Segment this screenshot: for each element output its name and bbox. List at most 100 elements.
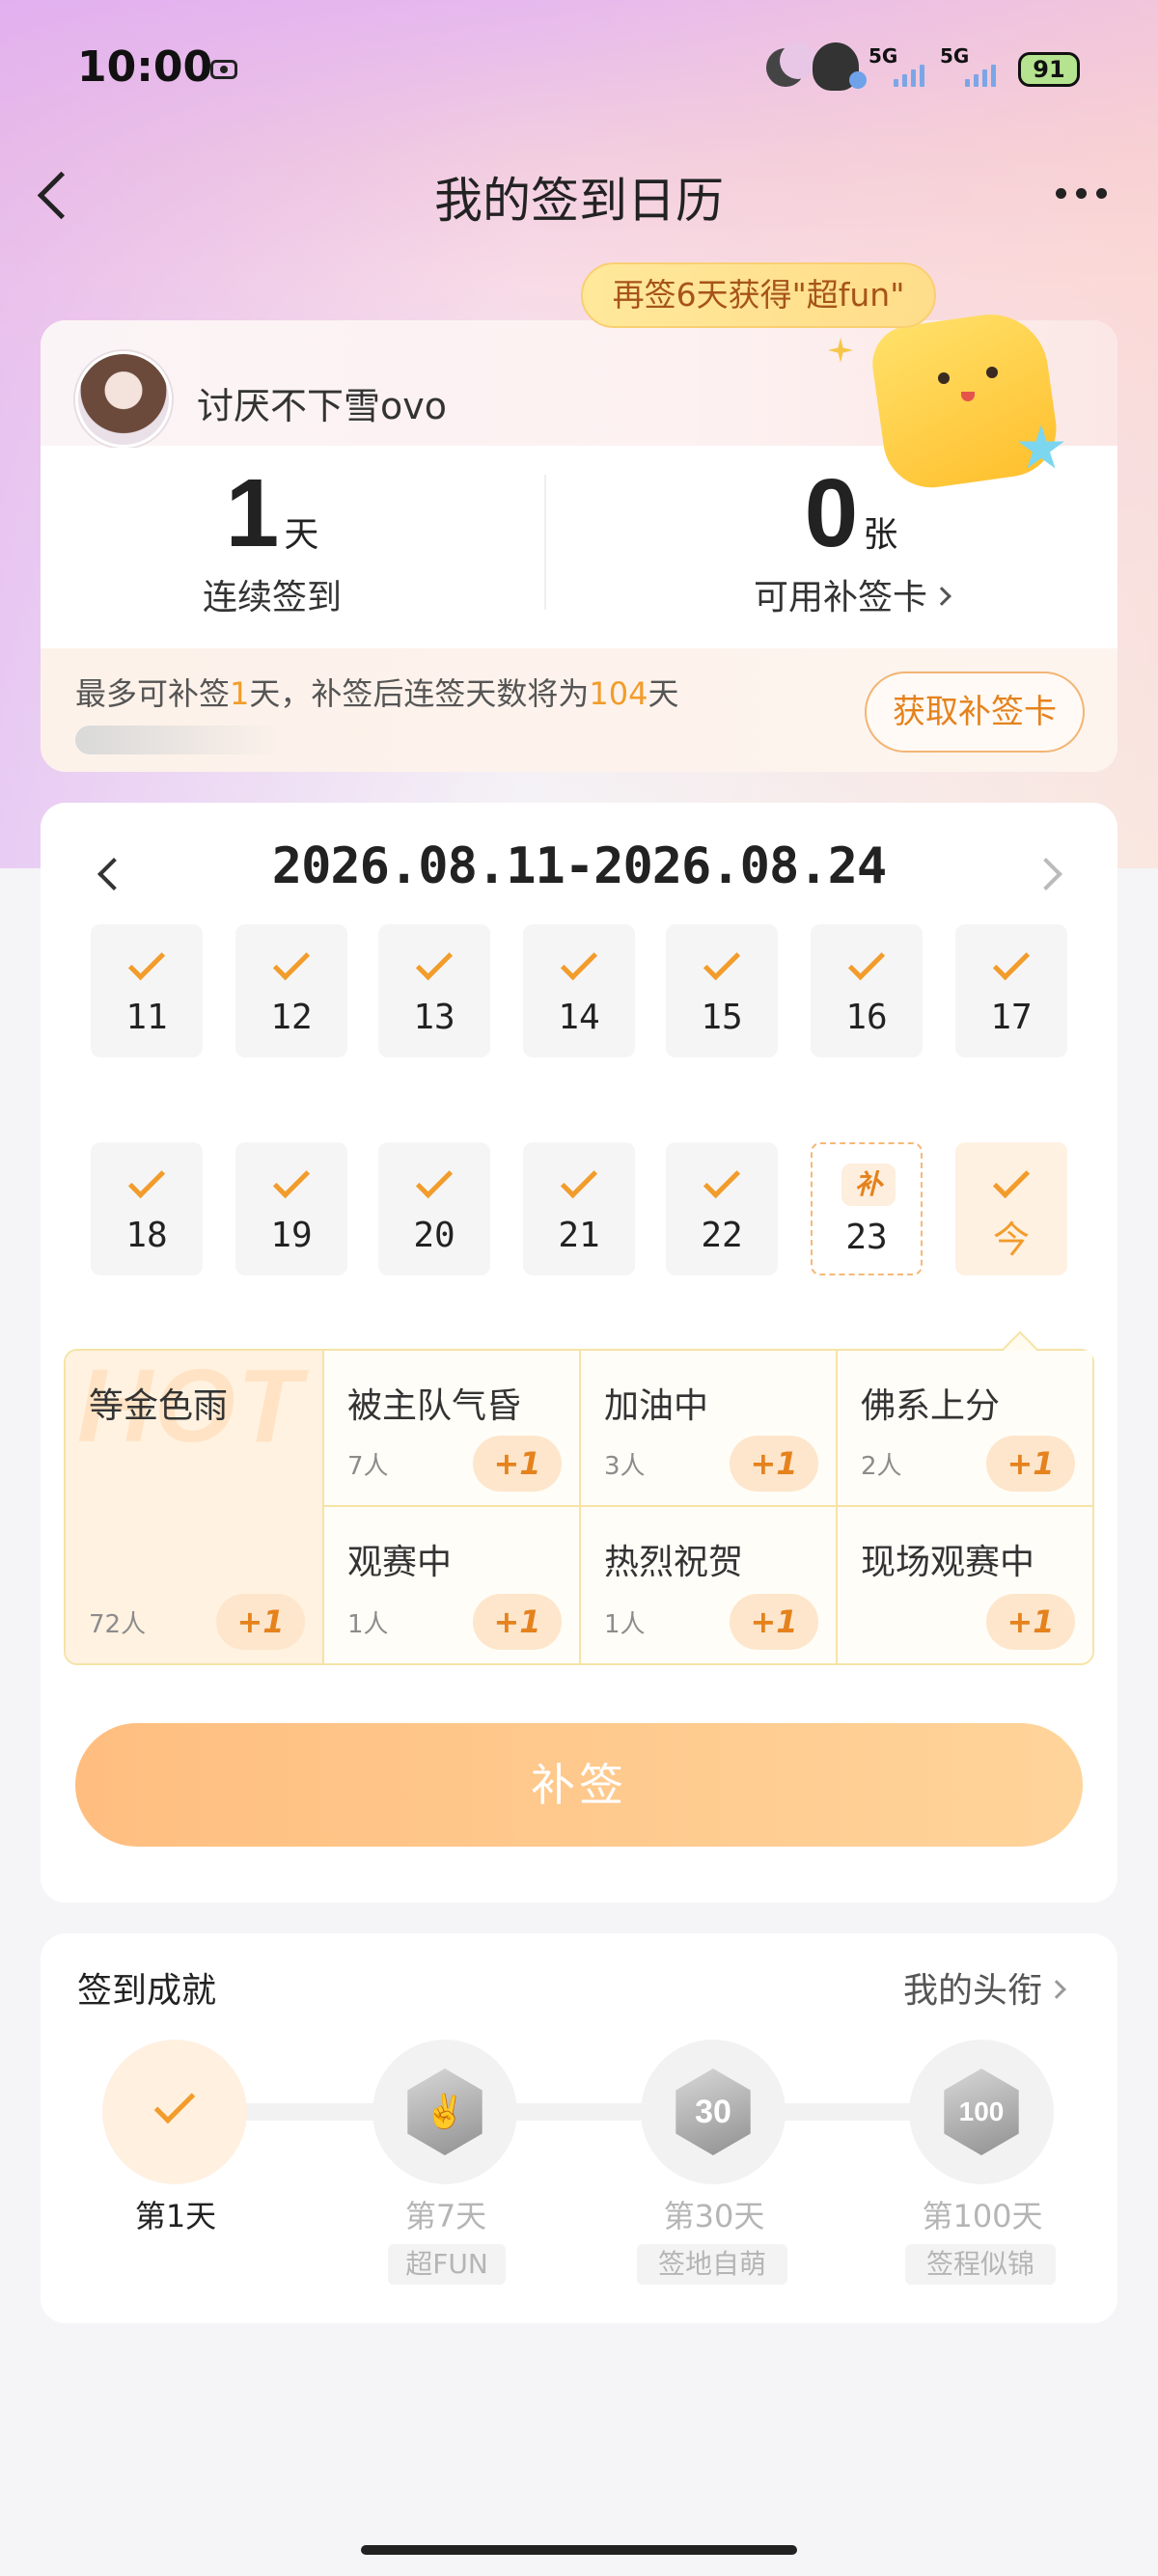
mood-label: 观赛中 (347, 1543, 453, 1582)
milestone-medal-day100[interactable]: 100 (909, 2040, 1054, 2184)
calendar-day[interactable]: 19 (235, 1142, 347, 1275)
chevron-right-icon (932, 587, 951, 606)
mood-label: 被主队气昏 (347, 1386, 522, 1426)
makeup-info-text: 最多可补签1天，补签后连签天数将为104天 (75, 675, 679, 712)
plus-one-button[interactable]: +1 (730, 1594, 818, 1650)
reward-banner: 再签6天获得"超fun" (581, 262, 936, 328)
mood-label: 加油中 (604, 1386, 709, 1426)
streak-value: 1 (225, 459, 280, 567)
mood-label: 佛系上分 (861, 1386, 1001, 1426)
medal-30-icon: 30 (676, 2069, 751, 2155)
milestone-label: 第1天 (134, 2198, 217, 2234)
cards-value: 0 (804, 459, 859, 567)
streak-label: 连续签到 (202, 578, 342, 617)
check-icon (560, 943, 598, 981)
calendar-next-button[interactable] (1034, 853, 1063, 895)
mood-count: 2人 (861, 1452, 902, 1481)
check-icon (703, 1161, 741, 1199)
medal-100-icon: 100 (944, 2069, 1019, 2155)
calendar-day[interactable]: 18 (91, 1142, 203, 1275)
calendar-day[interactable]: 12 (235, 924, 347, 1057)
check-icon (127, 943, 166, 981)
mood-count: 7人 (347, 1452, 389, 1481)
milestone-title-tag: 超FUN (388, 2244, 506, 2285)
mood-option[interactable]: 佛系上分 2人 +1 (838, 1351, 1092, 1507)
calendar-day[interactable]: 21 (523, 1142, 635, 1275)
mood-count: 1人 (347, 1610, 389, 1639)
mood-label: 热烈祝贺 (604, 1543, 744, 1582)
username: 讨厌不下雪ovo (197, 385, 447, 427)
mood-option[interactable]: 现场观赛中 +1 (838, 1507, 1092, 1663)
mood-count: 1人 (604, 1610, 646, 1639)
cards-label: 可用补签卡 (753, 578, 927, 617)
mood-count: 3人 (604, 1452, 646, 1481)
resign-button[interactable]: 补签 (75, 1723, 1083, 1847)
plus-one-button[interactable]: +1 (986, 1594, 1075, 1650)
check-icon (272, 943, 311, 981)
check-icon (415, 943, 454, 981)
avatar[interactable] (75, 351, 172, 448)
mood-option[interactable]: 被主队气昏 7人 +1 (324, 1351, 581, 1507)
check-icon (992, 943, 1031, 981)
plus-one-button[interactable]: +1 (730, 1436, 818, 1492)
check-icon (560, 1161, 598, 1199)
calendar-day-makeup[interactable]: 补 23 (811, 1142, 923, 1275)
milestone-label: 第30天 (663, 2198, 765, 2234)
milestone-label: 第7天 (404, 2198, 487, 2234)
chevron-right-icon (1047, 1980, 1066, 1999)
check-icon (153, 2082, 196, 2124)
plus-one-button[interactable]: +1 (473, 1594, 562, 1650)
calendar-day[interactable]: 13 (378, 924, 490, 1057)
cards-unit: 张 (863, 515, 898, 555)
milestone-title-tag: 签地自萌 (637, 2244, 787, 2285)
rock-hand-medal-icon: ✌ (407, 2069, 482, 2155)
calendar-day-today[interactable]: 今 (955, 1142, 1067, 1275)
milestone-medal-day1[interactable] (102, 2040, 247, 2184)
signal-icon-1: 5G (868, 44, 946, 89)
check-icon (847, 943, 886, 981)
calendar-day[interactable]: 14 (523, 924, 635, 1057)
achievements-title: 签到成就 (77, 1971, 217, 2011)
milestone-medal-day7[interactable]: ✌ (372, 2040, 517, 2184)
plus-one-button[interactable]: +1 (473, 1436, 562, 1492)
calendar-date-range: 2026.08.11-2026.08.24 (271, 837, 887, 895)
calendar-day[interactable]: 11 (91, 924, 203, 1057)
get-makeup-card-button[interactable]: 获取补签卡 (865, 671, 1085, 753)
calendar-day[interactable]: 20 (378, 1142, 490, 1275)
calendar-day[interactable]: 15 (666, 924, 778, 1057)
plus-one-button[interactable]: +1 (986, 1436, 1075, 1492)
milestone-title-tag: 签程似锦 (905, 2244, 1056, 2285)
do-not-disturb-icon (766, 42, 816, 87)
achievement-progress-track (183, 2103, 984, 2121)
check-icon (415, 1161, 454, 1199)
mood-label: 现场观赛中 (861, 1543, 1035, 1582)
mascot-illustration (868, 307, 1071, 502)
notification-cat-icon (813, 42, 867, 91)
mood-label: 等金色雨 (89, 1386, 229, 1426)
blurred-placeholder (75, 726, 288, 754)
my-titles-link[interactable]: 我的头衔 (903, 1962, 1066, 2013)
check-icon (703, 943, 741, 981)
makeup-info-strip: 最多可补签1天，补签后连签天数将为104天 获取补签卡 (41, 648, 1117, 772)
calendar-day[interactable]: 17 (955, 924, 1067, 1057)
milestone-medal-day30[interactable]: 30 (641, 2040, 786, 2184)
home-indicator[interactable] (361, 2545, 797, 2555)
check-icon (127, 1161, 166, 1199)
mood-count: 72人 (89, 1610, 147, 1639)
mood-option[interactable]: 加油中 3人 +1 (581, 1351, 838, 1507)
more-options-button[interactable] (1042, 174, 1119, 212)
mood-grid: HOT 等金色雨 72人 +1 被主队气昏 7人 +1 加油中 3人 +1 佛系… (64, 1330, 1094, 1665)
check-icon (272, 1161, 311, 1199)
calendar-day[interactable]: 16 (811, 924, 923, 1057)
plus-one-button[interactable]: +1 (216, 1594, 305, 1650)
check-icon (992, 1161, 1031, 1199)
battery-indicator: 91 (1018, 52, 1080, 87)
mood-option-featured[interactable]: HOT 等金色雨 72人 +1 (66, 1351, 324, 1663)
mood-option[interactable]: 观赛中 1人 +1 (324, 1507, 581, 1663)
makeup-badge: 补 (841, 1164, 896, 1206)
mood-option[interactable]: 热烈祝贺 1人 +1 (581, 1507, 838, 1663)
stats-divider (544, 475, 546, 610)
screen-record-icon (210, 60, 237, 79)
page-title: 我的签到日历 (434, 173, 724, 229)
calendar-day[interactable]: 22 (666, 1142, 778, 1275)
